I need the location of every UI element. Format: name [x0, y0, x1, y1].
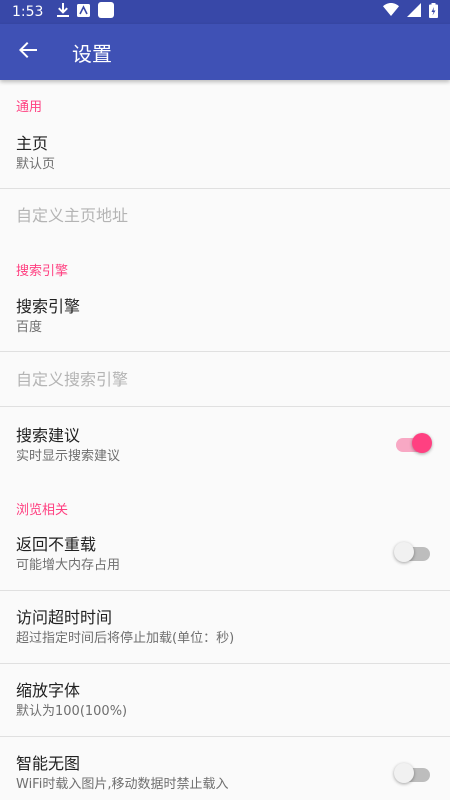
pref-custom-search-engine[interactable]: 自定义搜索引擎	[0, 370, 450, 390]
pref-summary: 默认页	[16, 157, 56, 172]
no-images-switch[interactable]	[394, 762, 432, 786]
divider	[0, 663, 450, 664]
pref-summary: 可能增大内存占用	[16, 558, 121, 573]
back-button[interactable]	[0, 24, 56, 80]
pref-title: 自定义搜索引擎	[16, 370, 129, 389]
pref-title: 搜索建议	[16, 426, 81, 445]
divider	[0, 736, 450, 737]
back-no-reload-switch[interactable]	[394, 541, 432, 565]
pref-summary: WiFi时载入图片,移动数据时禁止载入	[16, 777, 229, 792]
app-bar: 设置	[0, 24, 450, 80]
divider	[0, 188, 450, 189]
pref-homepage[interactable]: 主页 默认页	[0, 134, 450, 174]
pref-custom-homepage[interactable]: 自定义主页地址	[0, 206, 450, 226]
switch-thumb	[394, 542, 414, 562]
wifi-icon	[383, 3, 399, 21]
category-browsing: 浏览相关	[16, 503, 69, 518]
settings-list[interactable]: 通用 主页 默认页 自定义主页地址 搜索引擎 搜索引擎 百度 自定义搜索引擎 搜…	[0, 80, 450, 800]
switch-thumb	[394, 763, 414, 783]
pref-title: 搜索引擎	[16, 297, 81, 316]
pref-title: 智能无图	[16, 754, 81, 773]
pref-summary: 默认为100(100%)	[16, 704, 128, 719]
pref-title: 返回不重载	[16, 535, 97, 554]
app-icon	[77, 3, 91, 21]
pref-title: 访问超时时间	[16, 608, 113, 627]
pref-search-engine[interactable]: 搜索引擎 百度	[0, 297, 450, 337]
battery-icon	[429, 2, 438, 22]
pref-summary: 实时显示搜索建议	[16, 449, 121, 464]
arrow-left-icon	[19, 41, 37, 63]
search-suggestions-switch[interactable]	[396, 432, 432, 456]
pref-search-suggestions[interactable]: 搜索建议 实时显示搜索建议	[0, 426, 450, 466]
divider	[0, 590, 450, 591]
category-search: 搜索引擎	[16, 264, 69, 279]
pref-no-images[interactable]: 智能无图 WiFi时载入图片,移动数据时禁止载入	[0, 754, 450, 794]
download-icon	[57, 3, 70, 21]
category-general: 通用	[16, 100, 43, 115]
divider	[0, 351, 450, 352]
switch-thumb	[412, 433, 432, 453]
status-bar: 1:53	[0, 0, 450, 24]
pref-title: 自定义主页地址	[16, 206, 129, 225]
pref-summary: 超过指定时间后将停止加载(单位：秒)	[16, 631, 235, 646]
pref-title: 主页	[16, 134, 49, 153]
pref-font-scale[interactable]: 缩放字体 默认为100(100%)	[0, 681, 450, 721]
notification-icon	[98, 2, 115, 22]
pref-title: 缩放字体	[16, 681, 81, 700]
divider	[0, 406, 450, 407]
pref-summary: 百度	[16, 320, 43, 335]
page-title: 设置	[72, 41, 112, 66]
pref-back-no-reload[interactable]: 返回不重载 可能增大内存占用	[0, 535, 450, 575]
signal-icon	[407, 3, 421, 21]
pref-timeout[interactable]: 访问超时时间 超过指定时间后将停止加载(单位：秒)	[0, 608, 450, 648]
status-time: 1:53	[12, 4, 44, 20]
